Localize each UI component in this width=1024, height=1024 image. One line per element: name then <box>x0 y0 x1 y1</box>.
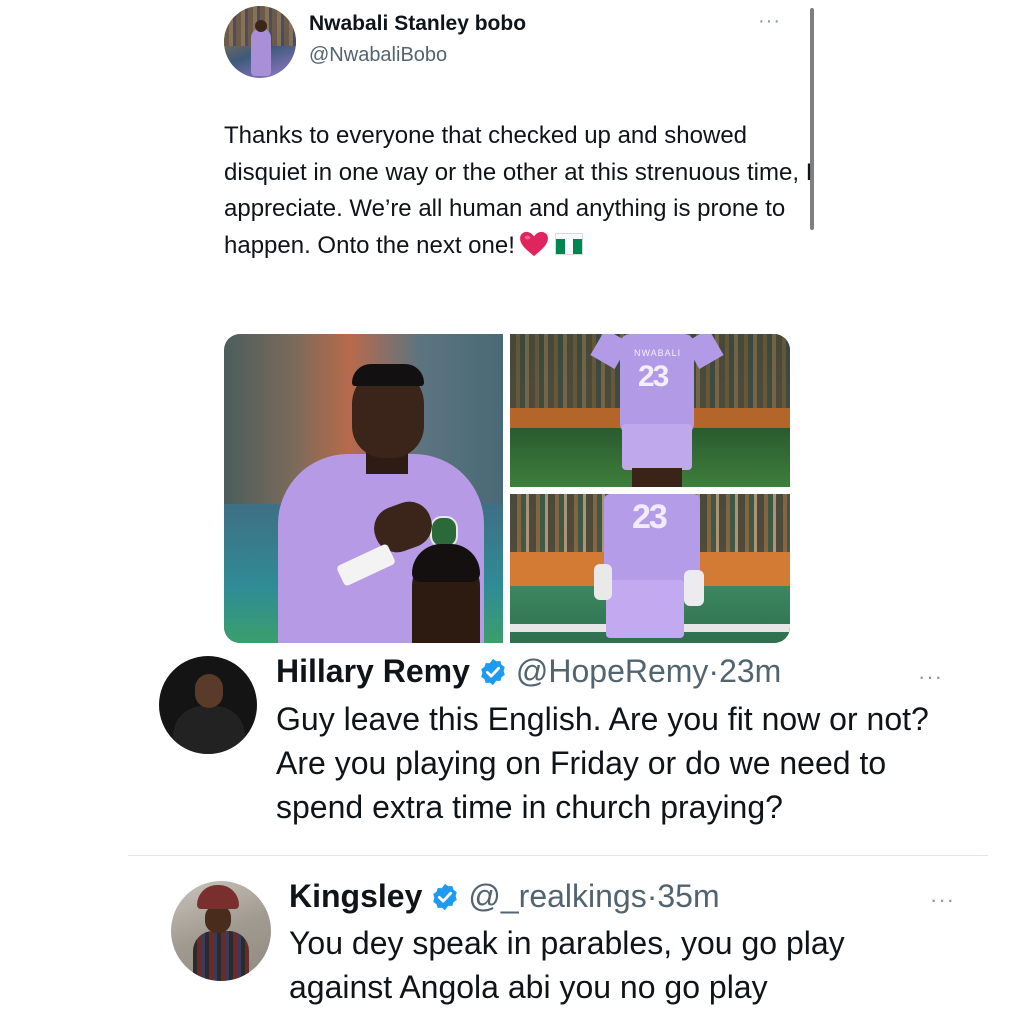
more-options-icon[interactable]: ··· <box>918 664 943 690</box>
shirt-number: 23 <box>638 360 669 393</box>
reply-timestamp[interactable]: 35m <box>657 878 719 914</box>
tweet-text: Thanks to everyone that checked up and s… <box>224 118 814 264</box>
author-name[interactable]: Nwabali Stanley bobo <box>309 12 526 36</box>
reply-header: Kingsley @_realkings·35m <box>289 878 720 915</box>
avatar[interactable] <box>159 656 257 754</box>
separator: · <box>708 653 720 689</box>
verified-badge-icon <box>481 658 505 686</box>
separator: · <box>646 878 658 914</box>
author-avatar[interactable] <box>224 6 296 78</box>
shirt-name: NWABALI <box>634 348 682 358</box>
reply-text: Guy leave this English. Are you fit now … <box>276 701 929 825</box>
verified-badge-icon <box>433 883 458 911</box>
media-photo-3[interactable]: 23 <box>510 494 790 643</box>
reply-author-handle[interactable]: @_realkings <box>468 878 646 914</box>
tweet-media-grid[interactable]: NWABALI 23 23 <box>224 334 790 643</box>
more-options-icon[interactable]: ··· <box>930 887 955 913</box>
reply-timestamp[interactable]: 23m <box>719 653 781 689</box>
reply-author-handle[interactable]: @HopeRemy <box>516 653 709 689</box>
more-options-icon[interactable]: ··· <box>758 10 781 33</box>
reply-author-name[interactable]: Hillary Remy <box>276 653 470 689</box>
nigeria-flag-icon <box>554 232 583 255</box>
reply-author-name[interactable]: Kingsley <box>289 878 422 914</box>
reply-header: Hillary Remy @HopeRemy·23m <box>276 653 781 690</box>
reply-text: You dey speak in parables, you go play a… <box>289 925 845 1005</box>
media-photo-2[interactable]: NWABALI 23 <box>510 334 790 487</box>
shirt-number: 23 <box>632 498 668 536</box>
divider <box>128 855 988 856</box>
author-handle[interactable]: @NwabaliBobo <box>309 44 447 67</box>
media-photo-1[interactable] <box>224 334 503 643</box>
heart-icon <box>519 231 548 256</box>
avatar[interactable] <box>171 881 271 981</box>
